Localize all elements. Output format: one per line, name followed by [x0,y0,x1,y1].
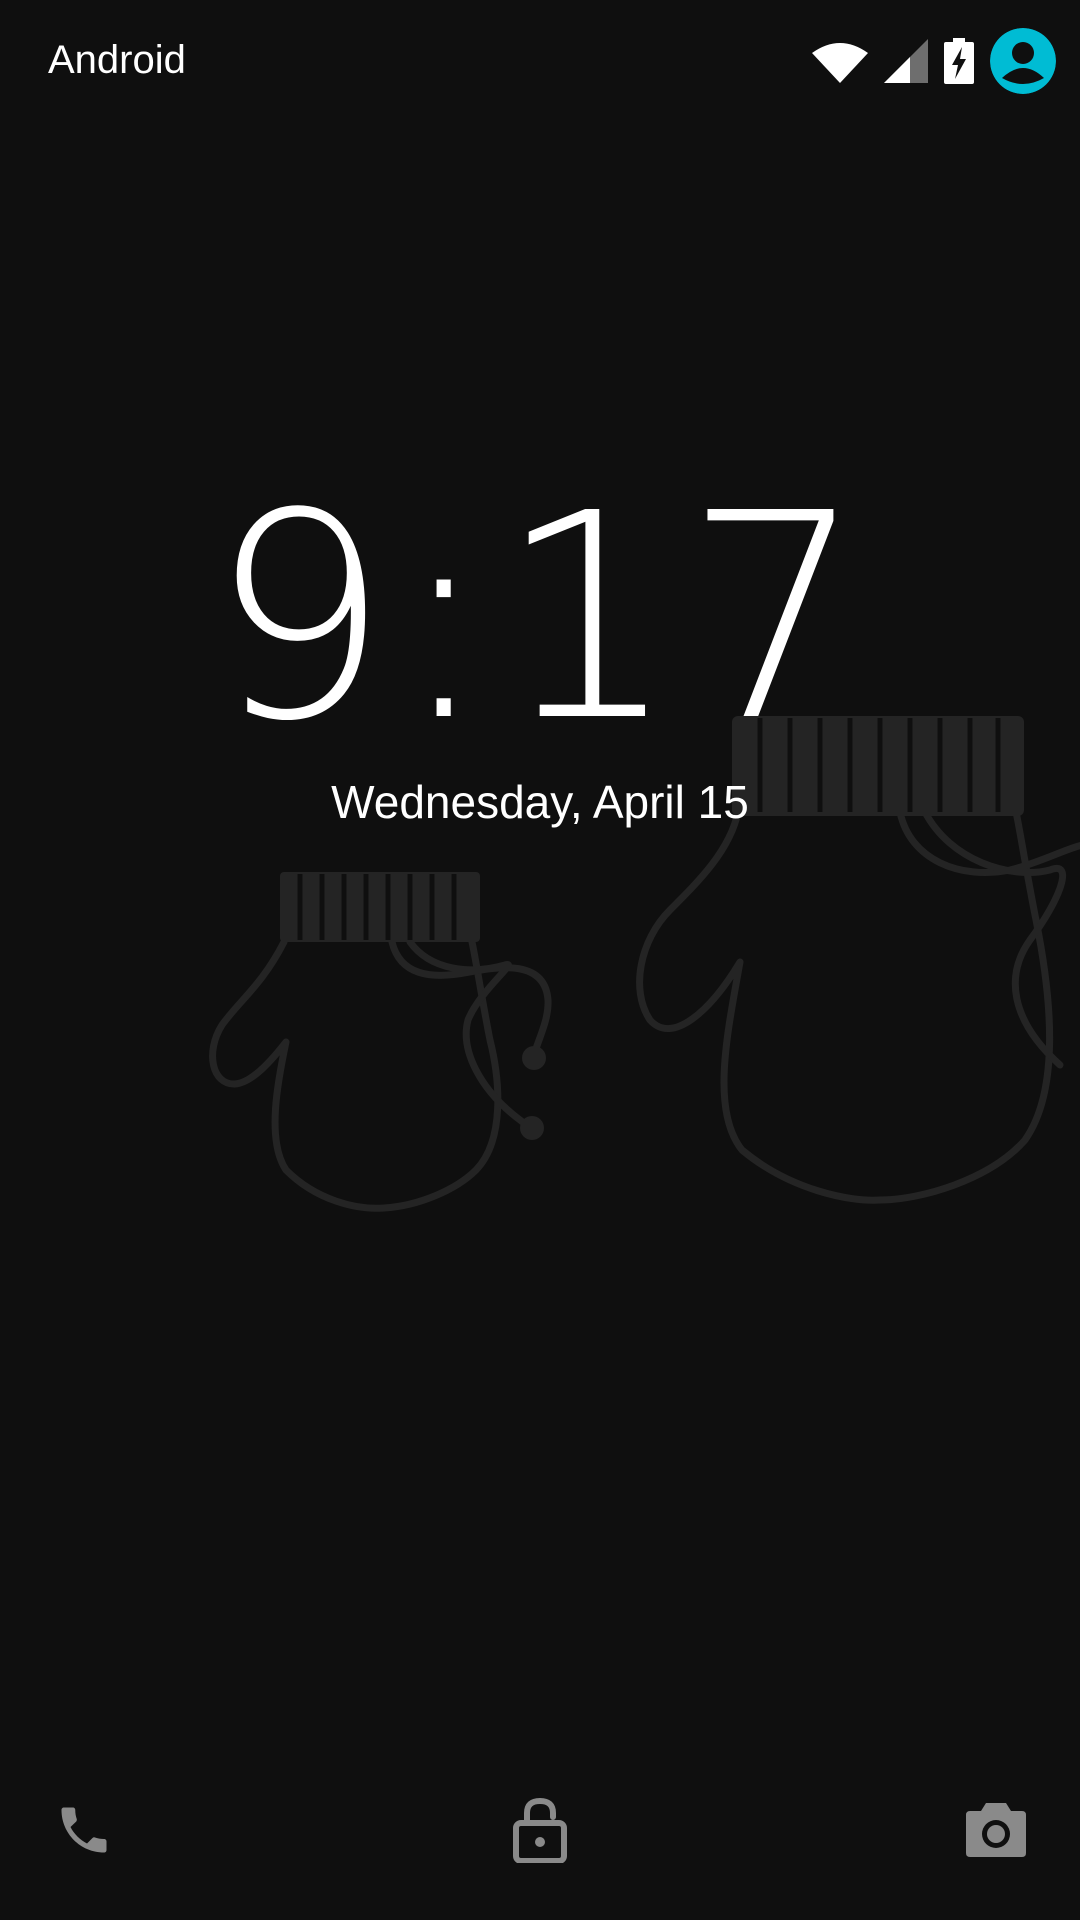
battery-charging-icon [944,38,974,84]
lockscreen-bottom-actions [0,1770,1080,1920]
lock-icon [513,1797,567,1863]
phone-button[interactable] [24,1770,144,1890]
camera-button[interactable] [936,1770,1056,1890]
cell-signal-icon [884,39,928,83]
mittens-wallpaper [209,716,1080,1212]
wifi-icon [812,43,868,83]
lockscreen-clock: 9:17 [209,452,871,783]
status-bar[interactable]: Android [0,0,1080,120]
status-icons [812,26,1056,96]
phone-icon [61,1807,107,1853]
lockscreen-date: Wednesday, April 15 [331,776,749,828]
unlock-button[interactable] [480,1770,600,1890]
carrier-label: Android [48,38,186,82]
user-avatar-icon[interactable] [990,28,1056,94]
camera-icon [966,1803,1026,1857]
